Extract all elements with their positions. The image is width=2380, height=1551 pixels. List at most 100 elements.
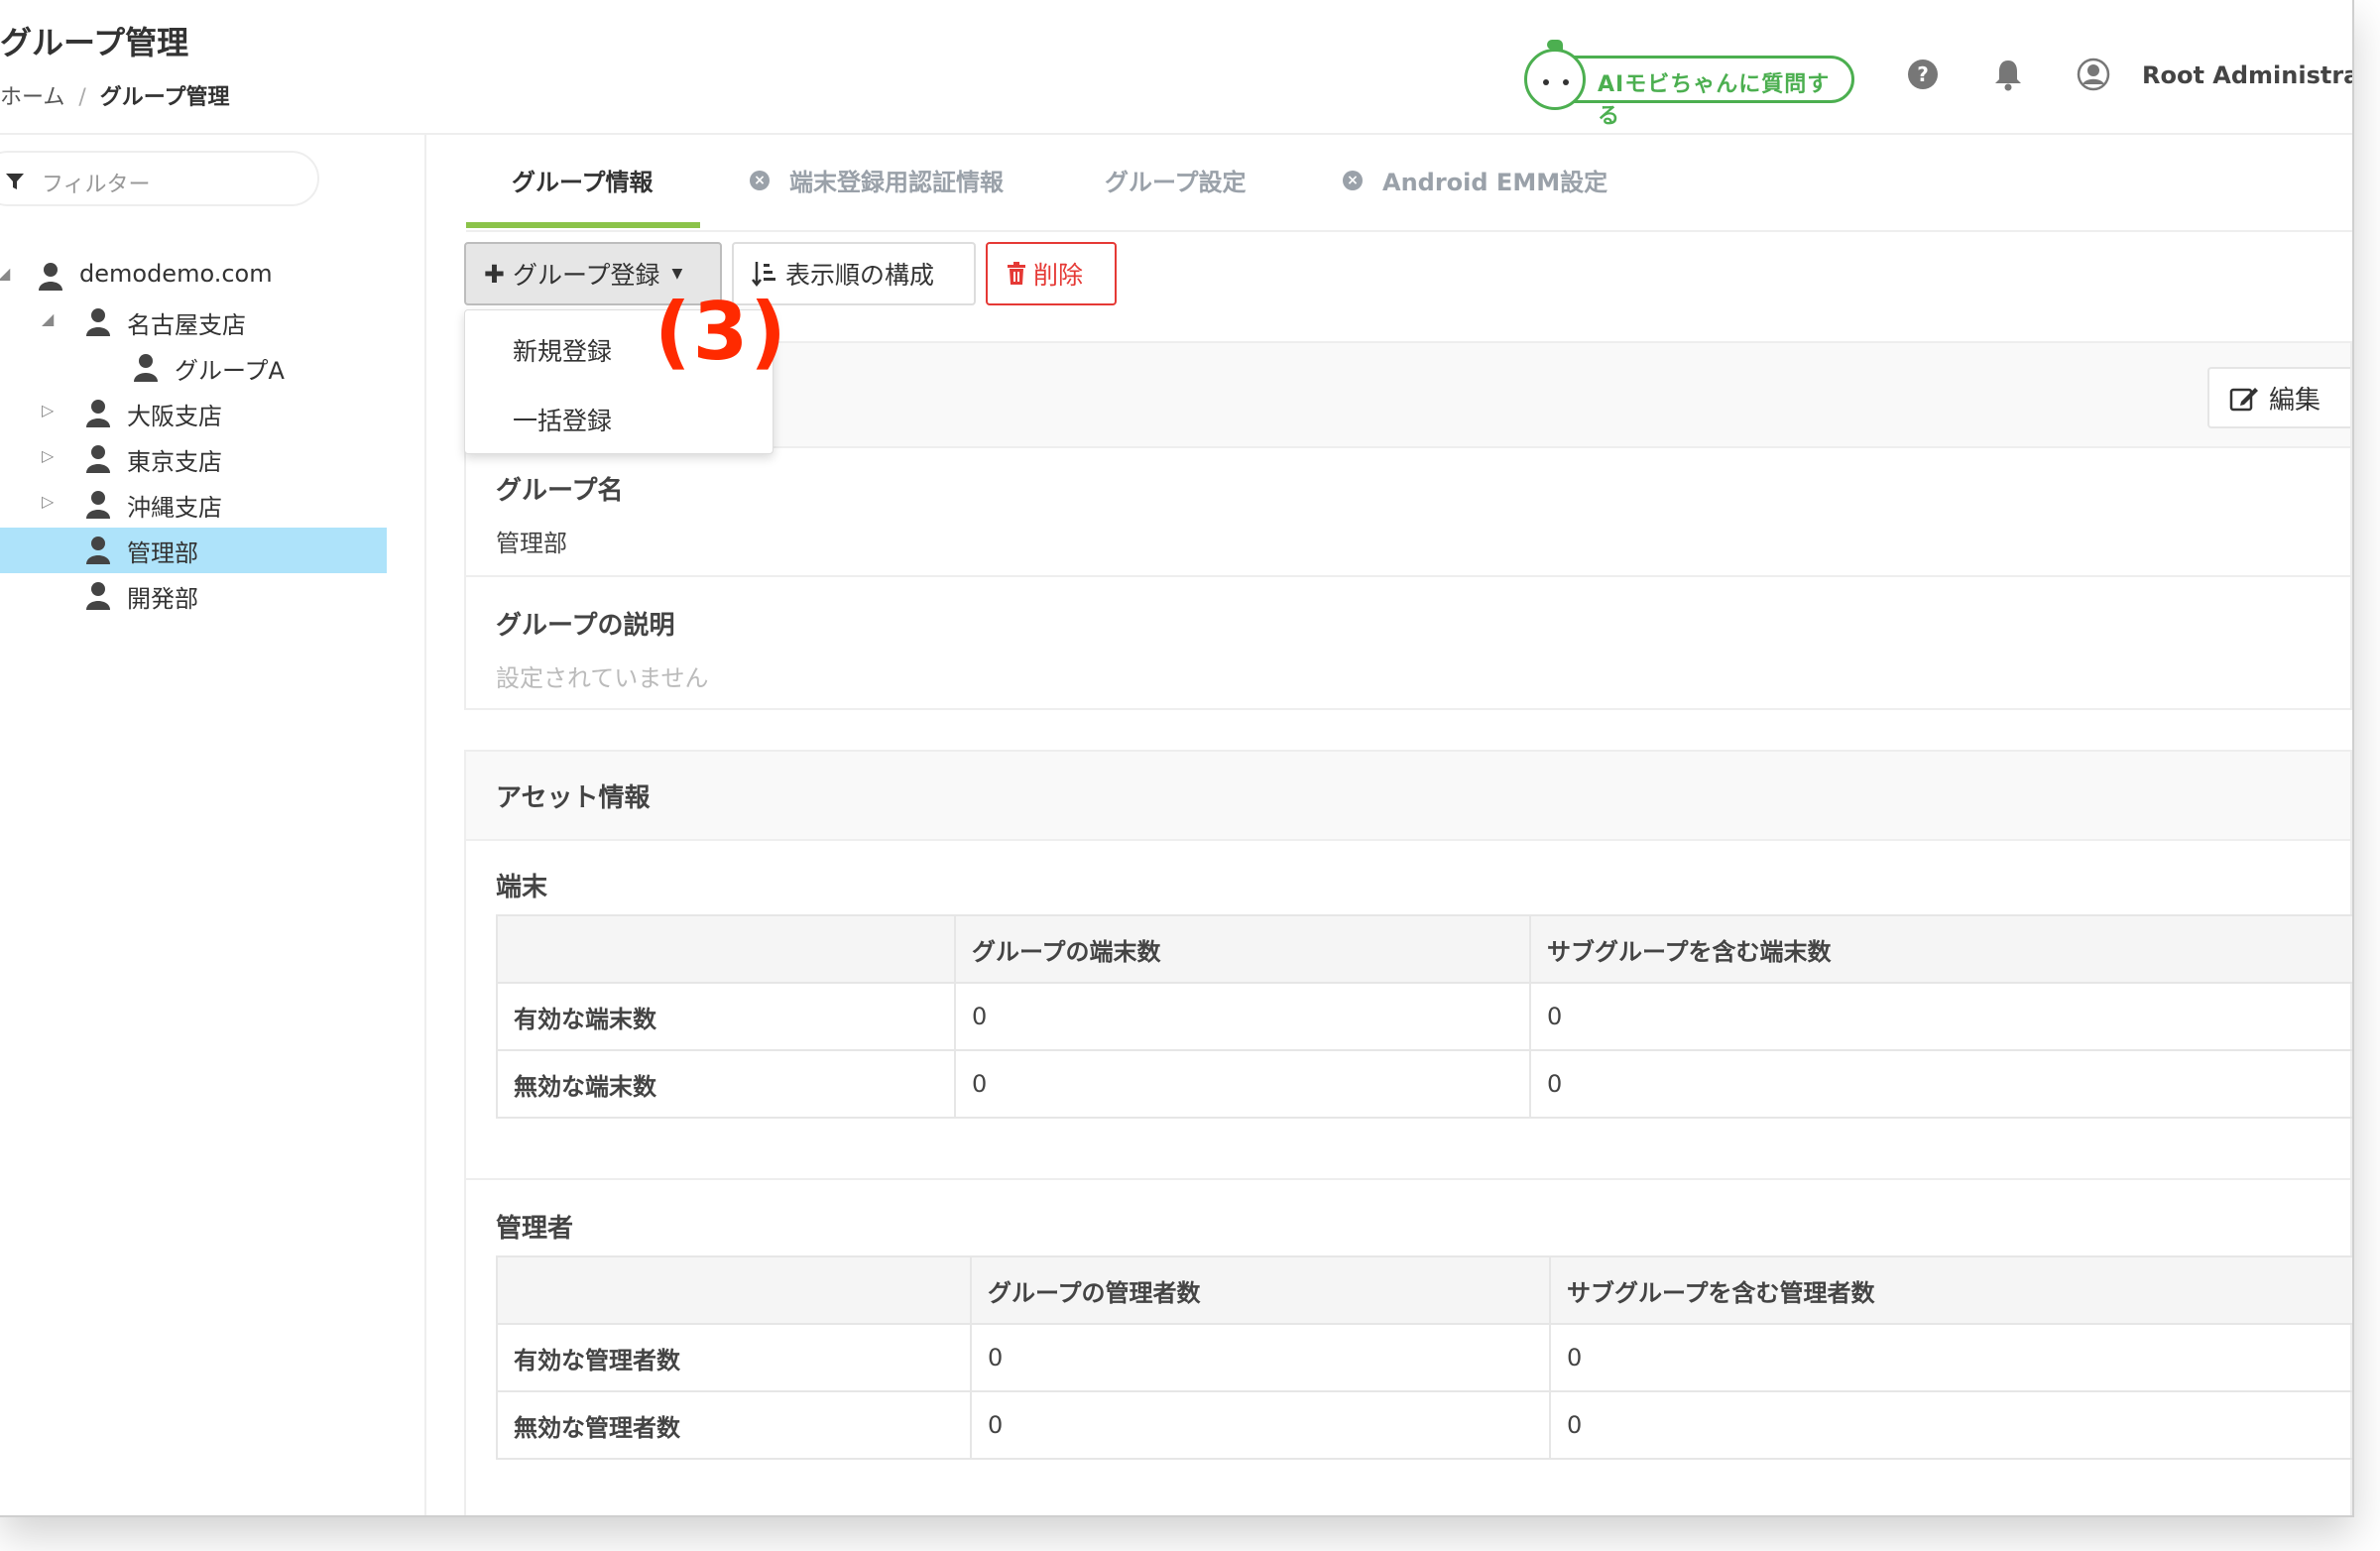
menu-item-bulk-register[interactable]: 一括登録 (513, 402, 612, 437)
delete-label: 削除 (1033, 261, 1084, 290)
menu-item-new-register[interactable]: 新規登録 (513, 332, 612, 368)
app-window: グループ管理 ホーム / グループ管理 AIモビちゃんに質問する ? Root Ad… (0, 0, 2354, 1517)
caret-collapsed-icon[interactable]: ▷ (42, 492, 54, 511)
cell-value: 0 (954, 1049, 1531, 1119)
caret-down-icon: ▼ (671, 266, 683, 282)
help-icon[interactable]: ? (1906, 58, 1940, 91)
filter-input[interactable]: フィルター (0, 151, 319, 206)
group-person-icon (86, 491, 110, 519)
tree-item-kanribu[interactable]: 管理部 (0, 528, 387, 573)
filter-placeholder: フィルター (42, 173, 151, 197)
tab-label: グループ情報 (512, 169, 654, 196)
divider (466, 1178, 2352, 1180)
tree-item-label: 東京支店 (127, 448, 222, 476)
ai-assistant-button[interactable]: AIモビちゃんに質問する (1524, 40, 1854, 129)
tree-item-tokyo[interactable]: ▷ 東京支店 (0, 436, 387, 482)
cell-value: 0 (970, 1390, 1551, 1460)
table-row: 無効な管理者数 0 0 (496, 1390, 2352, 1460)
step-annotation: (3) (654, 286, 788, 378)
x-circle-icon: × (750, 170, 770, 190)
sort-icon (752, 262, 775, 288)
table-header: サブグループを含む管理者数 (1549, 1255, 2352, 1325)
group-person-icon (86, 400, 110, 427)
asset-info-header: アセット情報 (466, 752, 2350, 841)
cell-value: 0 (1529, 1049, 2352, 1119)
tab-device-auth[interactable]: × 端末登録用認証情報 (750, 163, 1004, 197)
group-name-label: グループ名 (496, 476, 624, 506)
row-label: 無効な端末数 (496, 1049, 956, 1119)
group-description-value: 設定されていません (496, 664, 709, 692)
tree-item-label: 管理部 (127, 539, 198, 567)
cell-value: 0 (1549, 1323, 2352, 1392)
delete-button[interactable]: 削除 (986, 242, 1117, 305)
group-person-icon (86, 537, 110, 564)
tree-item-label: 大阪支店 (127, 403, 222, 430)
group-register-label: グループ登録 (512, 261, 660, 290)
tree-item-label: demodemo.com (79, 260, 273, 288)
tab-label: 端末登録用認証情報 (789, 169, 1004, 196)
tree-item-label: 沖縄支店 (127, 494, 222, 522)
asset-info-title: アセット情報 (496, 783, 651, 813)
caret-collapsed-icon[interactable]: ▷ (42, 401, 54, 419)
tab-label: グループ設定 (1105, 169, 1247, 196)
edit-button[interactable]: 編集 (2207, 367, 2350, 428)
sidebar: フィルター ◢ demodemo.com ◢ 名古屋支店 グループA ▷ 大阪支… (0, 135, 426, 1515)
asset-info-card: アセット情報 端末 グループの端末数 サブグループを含む端末数 有効な端末数 0… (464, 750, 2352, 1515)
tree-item-osaka[interactable]: ▷ 大阪支店 (0, 391, 387, 436)
tree-item-label: グループA (175, 357, 285, 385)
tree-item-nagoya[interactable]: ◢ 名古屋支店 (0, 299, 387, 345)
group-person-icon (86, 308, 110, 336)
tree-item-kaihatsubu[interactable]: 開発部 (0, 573, 387, 619)
table-header: グループの端末数 (954, 914, 1531, 984)
breadcrumb: ホーム / グループ管理 (0, 79, 229, 111)
display-order-label: 表示順の構成 (785, 261, 935, 290)
x-circle-icon: × (1343, 170, 1363, 190)
cell-value: 0 (1549, 1390, 2352, 1460)
plus-icon: ✚ (484, 259, 505, 289)
tab-group-settings[interactable]: グループ設定 (1105, 163, 1247, 197)
svg-text:?: ? (1917, 62, 1929, 86)
trash-icon (1008, 262, 1025, 285)
group-person-icon (134, 354, 158, 382)
devices-table: グループの端末数 サブグループを含む端末数 有効な端末数 0 0 無効な端末数 … (496, 914, 2352, 1119)
table-header-row: グループの管理者数 サブグループを含む管理者数 (496, 1255, 2352, 1325)
group-person-icon (39, 263, 62, 291)
row-label: 有効な管理者数 (496, 1323, 972, 1392)
breadcrumb-home[interactable]: ホーム (0, 85, 64, 110)
row-label: 無効な管理者数 (496, 1390, 972, 1460)
tree-item-demodemo[interactable]: ◢ demodemo.com (0, 254, 387, 299)
admins-table: グループの管理者数 サブグループを含む管理者数 有効な管理者数 0 0 無効な管… (496, 1255, 2352, 1460)
caret-collapsed-icon[interactable]: ▷ (42, 446, 54, 465)
admins-title: 管理者 (496, 1214, 574, 1244)
tab-label: Android EMM設定 (1382, 169, 1608, 196)
active-tab-indicator (466, 222, 700, 228)
breadcrumb-current: グループ管理 (99, 85, 230, 110)
group-person-icon (86, 582, 110, 610)
table-header-row: グループの端末数 サブグループを含む端末数 (496, 914, 2352, 984)
cell-value: 0 (1529, 982, 2352, 1051)
tree-item-okinawa[interactable]: ▷ 沖縄支店 (0, 482, 387, 528)
table-row: 無効な端末数 0 0 (496, 1049, 2352, 1119)
caret-expanded-icon[interactable]: ◢ (0, 264, 10, 283)
table-header: サブグループを含む端末数 (1529, 914, 2352, 984)
tab-group-info[interactable]: グループ情報 (512, 163, 654, 197)
devices-title: 端末 (496, 873, 548, 902)
group-description-label: グループの説明 (496, 611, 675, 641)
caret-expanded-icon[interactable]: ◢ (42, 309, 54, 328)
tree-item-label: 開発部 (127, 585, 198, 613)
user-name[interactable]: Root Administrat (2142, 61, 2352, 89)
cell-value: 0 (970, 1323, 1551, 1392)
bell-icon[interactable] (1991, 58, 2025, 91)
user-avatar-icon[interactable] (2077, 58, 2110, 91)
row-label: 有効な端末数 (496, 982, 956, 1051)
table-header (496, 1255, 972, 1325)
edit-icon (2229, 388, 2258, 412)
tab-android-emm[interactable]: × Android EMM設定 (1343, 163, 1607, 197)
tree-item-group-a[interactable]: グループA (0, 345, 387, 391)
table-row: 有効な端末数 0 0 (496, 982, 2352, 1051)
ai-mascot-icon (1524, 40, 1586, 110)
table-header: グループの管理者数 (970, 1255, 1551, 1325)
edit-label: 編集 (2269, 385, 2321, 416)
ai-assistant-label: AIモビちゃんに質問する (1598, 72, 1831, 129)
page-title: グループ管理 (0, 24, 189, 61)
